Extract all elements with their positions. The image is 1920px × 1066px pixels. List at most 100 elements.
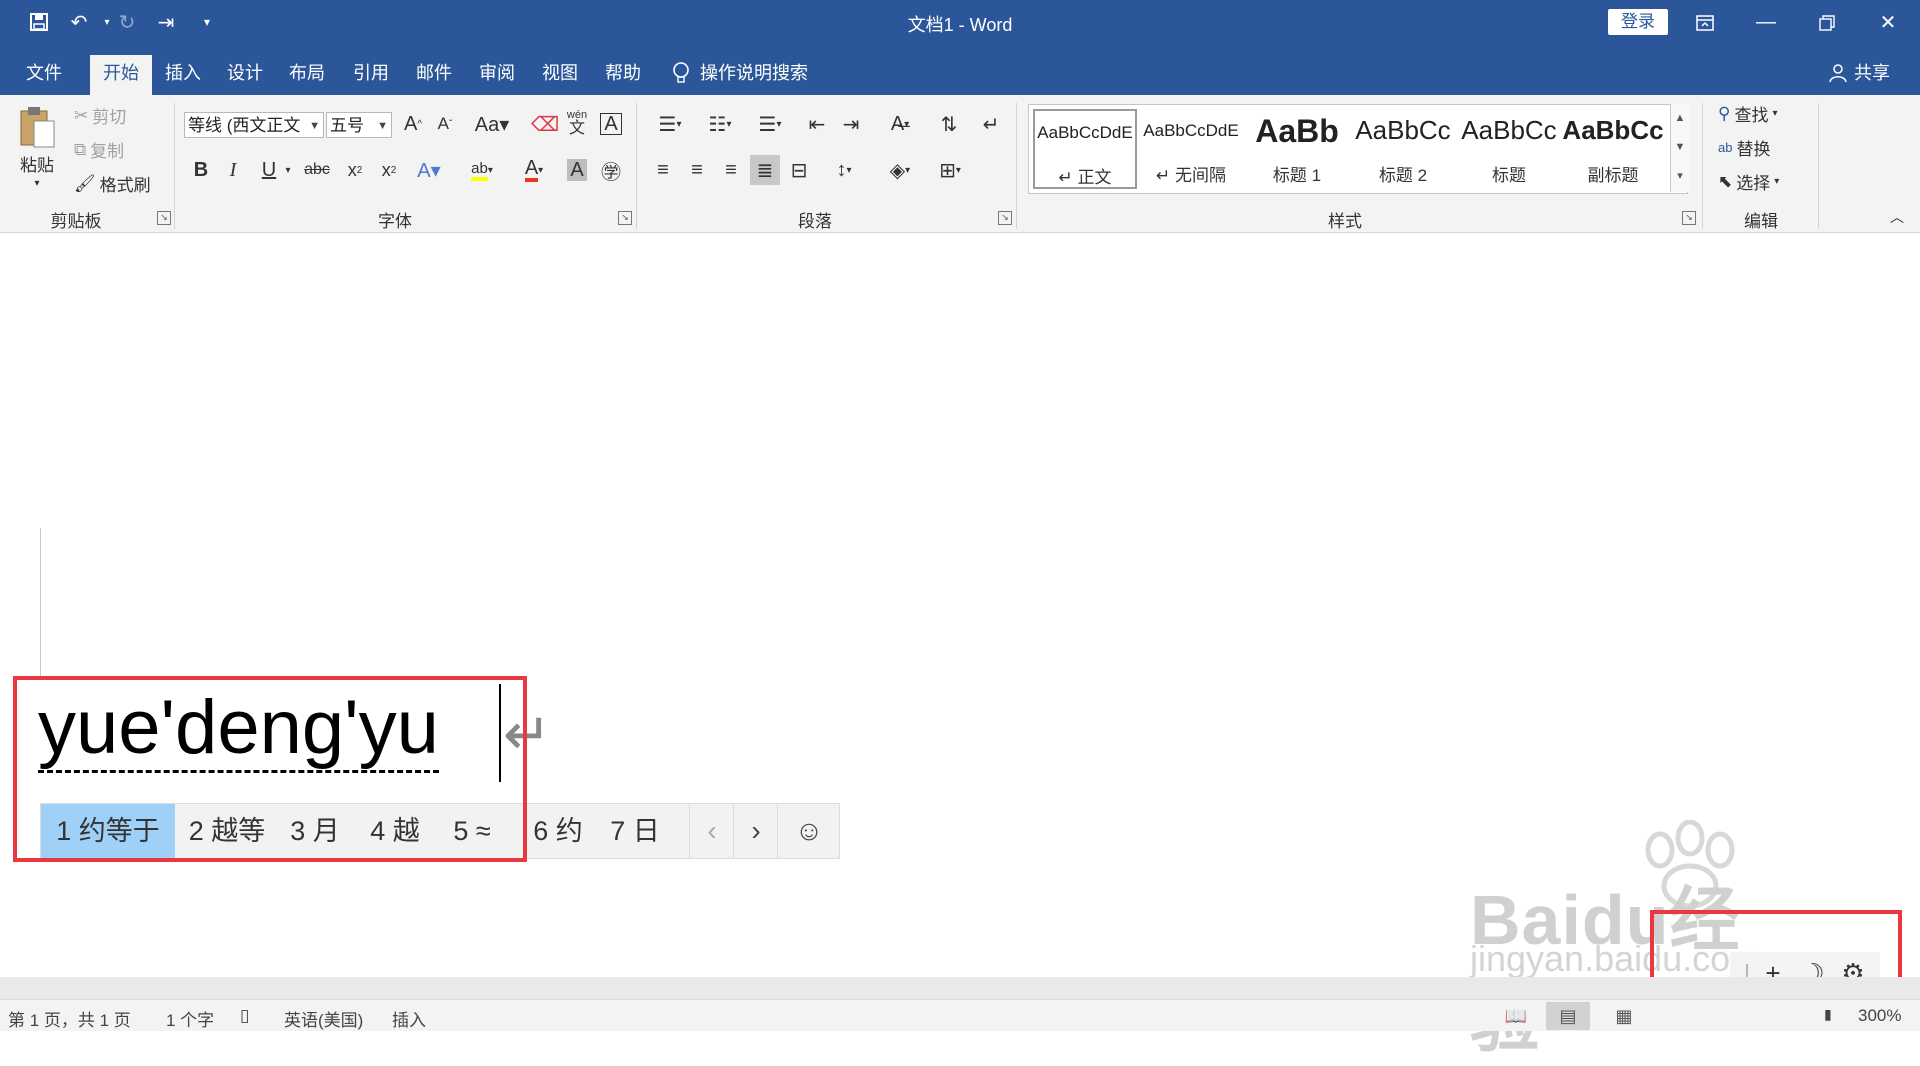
format-painter-button[interactable]: 🖌 格式刷 xyxy=(74,171,151,196)
clear-formatting-icon[interactable]: ⌫ xyxy=(530,109,560,139)
enclose-characters-icon[interactable]: ㊫ xyxy=(596,155,626,185)
chevron-right-icon[interactable]: › xyxy=(733,804,778,858)
grow-font-icon[interactable]: A ^ xyxy=(398,109,428,139)
align-left-icon[interactable]: ≡ xyxy=(648,155,678,185)
text-effects-icon[interactable]: A▾ xyxy=(414,155,444,185)
tab-file[interactable]: 文件 xyxy=(14,55,74,95)
tab-references[interactable]: 引用 xyxy=(340,55,402,95)
candidate-6[interactable]: 6 约 xyxy=(521,804,595,858)
shrink-font-icon[interactable]: Aˇ xyxy=(430,109,460,139)
tab-mailings[interactable]: 邮件 xyxy=(403,55,465,95)
word-count[interactable]: 1 个字 xyxy=(166,1006,214,1031)
tab-view[interactable]: 视图 xyxy=(529,55,591,95)
font-launcher-icon[interactable]: ↘ xyxy=(618,211,632,225)
font-color-icon[interactable]: A ▾ xyxy=(514,155,554,185)
shading-icon[interactable]: ◈ ▾ xyxy=(880,155,920,185)
chevron-down-icon[interactable]: ▾ xyxy=(280,155,296,185)
styles-launcher-icon[interactable]: ↘ xyxy=(1682,211,1696,225)
highlight-color-icon[interactable]: ab ▾ xyxy=(462,155,502,185)
find-button[interactable]: ⚲ 查找 ▾ xyxy=(1718,101,1777,126)
cut-button[interactable]: ✂ 剪切 xyxy=(74,103,126,128)
distributed-icon[interactable]: ⊟ xyxy=(784,155,814,185)
bold-icon[interactable]: B xyxy=(186,155,216,185)
paste-dropdown-icon[interactable]: ▾ xyxy=(34,178,39,189)
borders-icon[interactable]: ⊞ ▾ xyxy=(930,155,970,185)
bullets-icon[interactable]: ☰ ▾ xyxy=(648,109,692,139)
page-count[interactable]: 第 1 页，共 1 页 xyxy=(8,1006,131,1031)
emoji-icon[interactable]: ☺ xyxy=(777,804,840,858)
more-styles-icon[interactable]: ▾ xyxy=(1671,162,1689,191)
style-heading-1[interactable]: AaBb 标题 1 xyxy=(1245,109,1349,189)
tab-home[interactable]: 开始 xyxy=(90,55,152,95)
minimize-icon[interactable]: — xyxy=(1737,0,1795,45)
phonetic-guide-icon[interactable]: wén 文 xyxy=(562,107,592,137)
font-size-value: 五号 xyxy=(330,116,364,135)
copy-button[interactable]: ⧉ 复制 xyxy=(74,137,124,162)
multilevel-list-icon[interactable]: ☰ ▾ xyxy=(748,109,792,139)
insert-mode[interactable]: 插入 xyxy=(392,1006,426,1031)
chevron-down-icon: ▾ xyxy=(1772,108,1778,119)
paste-button[interactable]: 粘贴 ▾ xyxy=(18,105,56,189)
subscript-icon[interactable]: x2 xyxy=(340,155,370,185)
character-shading-icon[interactable]: A xyxy=(562,155,592,185)
style-heading-2[interactable]: AaBbCc 标题 2 xyxy=(1351,109,1455,189)
tab-insert[interactable]: 插入 xyxy=(152,55,214,95)
chevron-left-icon[interactable]: ‹ xyxy=(689,804,734,858)
style-normal[interactable]: AaBbCcDdE ↵ 正文 xyxy=(1033,109,1137,189)
group-label-editing: 编辑 xyxy=(1744,212,1778,231)
align-center-icon[interactable]: ≡ xyxy=(682,155,712,185)
change-case-icon[interactable]: Aa▾ xyxy=(472,109,512,139)
candidate-number: 6 xyxy=(533,816,549,846)
numbering-icon[interactable]: ☷ ▾ xyxy=(698,109,742,139)
decrease-indent-icon[interactable]: ⇤ xyxy=(802,109,832,139)
group-separator xyxy=(1016,103,1017,229)
style-no-spacing[interactable]: AaBbCcDdE ↵ 无间隔 xyxy=(1139,109,1243,189)
chevron-down-icon[interactable]: ▼ xyxy=(1671,133,1689,162)
share-button[interactable]: 共享 xyxy=(1828,55,1890,91)
italic-icon[interactable]: I xyxy=(218,155,248,185)
strikethrough-icon[interactable]: abc xyxy=(302,155,332,185)
close-icon[interactable]: ✕ xyxy=(1859,0,1917,45)
tab-help[interactable]: 帮助 xyxy=(592,55,654,95)
clipboard-launcher-icon[interactable]: ↘ xyxy=(157,211,171,225)
superscript-icon[interactable]: x2 xyxy=(374,155,404,185)
tell-me-search[interactable]: 操作说明搜索 xyxy=(672,55,808,91)
paragraph-launcher-icon[interactable]: ↘ xyxy=(998,211,1012,225)
chevron-down-icon: ▼ xyxy=(309,120,320,132)
replace-button[interactable]: ab 替换 xyxy=(1718,135,1770,160)
chevron-up-icon[interactable]: ▲ xyxy=(1671,104,1689,133)
tab-layout[interactable]: 布局 xyxy=(276,55,338,95)
show-marks-icon[interactable]: ↵ xyxy=(976,109,1006,139)
print-layout-icon[interactable]: ▤ xyxy=(1546,1002,1590,1030)
read-mode-icon[interactable]: 📖 xyxy=(1494,1002,1538,1030)
line-spacing-icon[interactable]: ↕ ▾ xyxy=(824,155,864,185)
web-layout-icon[interactable]: ▦ xyxy=(1602,1002,1646,1030)
restore-icon[interactable] xyxy=(1798,0,1856,45)
style-subtitle[interactable]: AaBbCc 副标题 xyxy=(1561,109,1665,189)
select-button[interactable]: ⬉ 选择 ▾ xyxy=(1718,169,1779,194)
zoom-slider-thumb[interactable]: ▮ xyxy=(1824,1006,1832,1023)
chinese-layout-icon[interactable]: A̶ ▾ xyxy=(880,109,920,139)
ribbon-display-options-icon[interactable] xyxy=(1676,0,1734,45)
chevron-down-icon: ▼ xyxy=(377,120,388,132)
tab-review[interactable]: 审阅 xyxy=(466,55,528,95)
zoom-level[interactable]: 300% xyxy=(1858,1006,1901,1026)
tab-design[interactable]: 设计 xyxy=(214,55,276,95)
status-bar: 第 1 页，共 1 页 1 个字 ▯ 英语(美国) 插入 📖 ▤ ▦ ▮ 300… xyxy=(0,999,1920,1031)
language-indicator[interactable]: 英语(美国) xyxy=(284,1006,363,1031)
tell-me-label: 操作说明搜索 xyxy=(700,63,808,83)
style-title[interactable]: AaBbCc 标题 xyxy=(1457,109,1561,189)
font-name-combo[interactable]: 等线 (西文正文 ▼ xyxy=(184,112,324,138)
font-size-combo[interactable]: 五号 ▼ xyxy=(326,112,392,138)
proofing-icon[interactable]: ▯ xyxy=(240,1006,249,1026)
collapse-ribbon-icon[interactable]: ︿ xyxy=(1890,207,1904,227)
candidate-7[interactable]: 7 日 xyxy=(603,804,667,858)
justify-icon[interactable]: ≣ xyxy=(750,155,780,185)
sort-icon[interactable]: ⇅ xyxy=(934,109,964,139)
copy-icon: ⧉ xyxy=(74,139,87,159)
chevron-down-icon: ▾ xyxy=(1774,176,1780,187)
character-border-icon[interactable]: A xyxy=(596,109,626,139)
align-right-icon[interactable]: ≡ xyxy=(716,155,746,185)
increase-indent-icon[interactable]: ⇥ xyxy=(836,109,866,139)
login-button[interactable]: 登录 xyxy=(1608,9,1668,35)
